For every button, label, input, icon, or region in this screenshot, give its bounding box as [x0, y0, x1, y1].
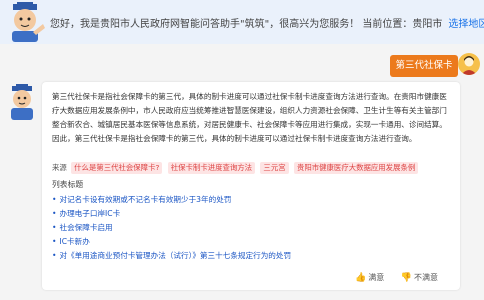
- related-list: • 对记名卡设有效期或不记名卡有效期少于3年的处罚 • 办理电子口岸IC卡 • 社会保…: [52, 193, 291, 263]
- header-banner: 您好，我是贵阳市人民政府网智能问答助手"筑筑"，很高兴为您服务！ 当前位置：贵阳…: [0, 0, 484, 44]
- assistant-mascot-icon: [12, 2, 45, 42]
- bullet-icon: •: [52, 195, 57, 204]
- thumbs-up-icon: 👍: [355, 273, 367, 283]
- list-item[interactable]: • 对记名卡设有效期或不记名卡有效期少于3年的处罚: [52, 193, 291, 207]
- satisfied-button[interactable]: 👍 满意: [355, 273, 385, 283]
- greeting-text: 您好，我是贵阳市人民政府网智能问答助手"筑筑"，很高兴为您服务！ 当前位置：贵阳…: [50, 19, 443, 30]
- bullet-icon: •: [52, 237, 57, 246]
- select-region-link[interactable]: 选择地区: [448, 19, 484, 30]
- source-tag[interactable]: 三元宫: [260, 162, 289, 174]
- bullet-icon: •: [52, 251, 57, 260]
- bullet-icon: •: [52, 223, 57, 232]
- list-item-link[interactable]: 对记名卡设有效期或不记名卡有效期少于3年的处罚: [59, 195, 231, 204]
- bot-avatar-icon: [11, 84, 33, 120]
- list-item[interactable]: • IC卡新办: [52, 235, 291, 249]
- source-tag[interactable]: 社保卡制卡进度查询方法: [167, 162, 256, 174]
- source-tag[interactable]: 什么是第三代社会保障卡?: [71, 162, 163, 174]
- source-row: 来源 什么是第三代社会保障卡? 社保卡制卡进度查询方法 三元宫 贵阳市健康医疗大…: [52, 162, 454, 174]
- user-avatar-icon: [461, 56, 477, 75]
- list-item[interactable]: • 办理电子口岸IC卡: [52, 207, 291, 221]
- bullet-icon: •: [52, 209, 57, 218]
- source-tag[interactable]: 贵阳市健康医疗大数据应用发展条例: [293, 162, 419, 174]
- unsatisfied-label: 不满意: [414, 273, 438, 282]
- list-item[interactable]: • 社会保障卡启用: [52, 221, 291, 235]
- unsatisfied-button[interactable]: 👎 不满意: [400, 273, 438, 283]
- satisfied-label: 满意: [368, 273, 385, 282]
- source-label: 来源: [52, 163, 67, 172]
- list-item[interactable]: • 对《单用途商业预付卡管理办法（试行）》第三十七条规定行为的处罚: [52, 249, 291, 263]
- banner-greeting: 您好，我是贵阳市人民政府网智能问答助手"筑筑"，很高兴为您服务！ 当前位置：贵阳…: [50, 15, 484, 30]
- list-item-link[interactable]: 社会保障卡启用: [59, 223, 112, 232]
- thumbs-down-icon: 👎: [400, 273, 412, 283]
- user-avatar: [458, 53, 480, 75]
- answer-card: 第三代社保卡是指社会保障卡的第三代，具体的制卡进度可以通过社保卡制卡进度查询方法…: [42, 82, 460, 290]
- feedback-bar: 👍 满意 👎 不满意: [341, 272, 438, 283]
- list-item-link[interactable]: 对《单用途商业预付卡管理办法（试行）》第三十七条规定行为的处罚: [59, 251, 291, 260]
- user-message-bubble: 第三代社保卡: [390, 55, 458, 77]
- list-title: 列表标题: [52, 180, 84, 189]
- list-item-link[interactable]: 办理电子口岸IC卡: [59, 209, 120, 218]
- answer-text: 第三代社保卡是指社会保障卡的第三代，具体的制卡进度可以通过社保卡制卡进度查询方法…: [52, 92, 447, 143]
- list-item-link[interactable]: IC卡新办: [59, 237, 89, 246]
